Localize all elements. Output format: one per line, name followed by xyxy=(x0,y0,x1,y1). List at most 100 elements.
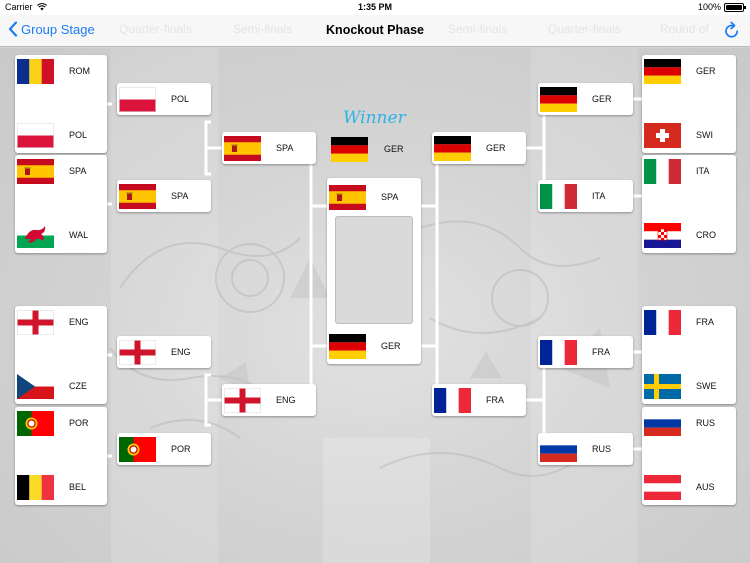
back-button-label: Group Stage xyxy=(21,21,95,37)
team-code: SWI xyxy=(696,130,713,140)
match-box[interactable]: ENG xyxy=(117,336,211,368)
team-slot[interactable]: GER xyxy=(644,58,734,84)
status-bar: Carrier 1:35 PM 100% xyxy=(0,0,750,15)
team-code: POL xyxy=(171,94,190,104)
team-slot[interactable]: BEL xyxy=(17,474,105,500)
team-slot[interactable]: RUS xyxy=(540,436,631,462)
flag-belgium-icon xyxy=(17,474,54,500)
team-slot[interactable]: POR xyxy=(17,410,105,436)
bracket-area[interactable]: Winner GER ROM POL SPA WAL ENG CZE POR BEL POL SP… xyxy=(0,48,750,563)
team-code: GER xyxy=(381,341,401,351)
flag-spain-icon xyxy=(224,135,261,161)
flag-france-icon xyxy=(434,387,471,413)
team-slot[interactable]: FRA xyxy=(644,309,734,335)
match-box[interactable]: FRA xyxy=(432,384,526,416)
round-tab-semi-finals-right[interactable]: Semi-finals xyxy=(448,22,507,36)
match-box[interactable]: GER SWI xyxy=(642,55,736,153)
winner-team[interactable]: GER xyxy=(331,136,404,162)
team-code: SPA xyxy=(69,166,87,176)
flag-germany-icon xyxy=(331,136,368,162)
match-box[interactable]: POR BEL xyxy=(15,407,107,505)
team-code: SWE xyxy=(696,381,717,391)
team-code: ITA xyxy=(696,166,710,176)
team-slot[interactable]: RUS xyxy=(644,410,734,436)
flag-switzerland-icon xyxy=(644,122,681,148)
flag-england-icon xyxy=(17,309,54,335)
team-slot[interactable]: POL xyxy=(119,86,209,112)
team-code: ENG xyxy=(69,317,89,327)
match-box[interactable]: POL xyxy=(117,83,211,115)
team-slot[interactable]: POL xyxy=(17,122,105,148)
team-slot[interactable]: ITA xyxy=(644,158,734,184)
battery-icon xyxy=(724,2,746,12)
flag-germany-icon xyxy=(329,333,366,359)
winner-label: Winner xyxy=(343,108,406,128)
team-code: AUS xyxy=(696,482,715,492)
match-box[interactable]: GER xyxy=(538,83,633,115)
team-slot[interactable]: ENG xyxy=(119,339,209,365)
match-box[interactable]: RUS xyxy=(538,433,633,465)
match-box[interactable]: RUS AUS xyxy=(642,407,736,505)
team-code: SPA xyxy=(381,192,399,202)
back-button[interactable]: Group Stage xyxy=(8,21,99,37)
flag-germany-icon xyxy=(644,58,681,84)
team-slot[interactable]: ITA xyxy=(540,183,631,209)
team-slot[interactable]: GER xyxy=(434,135,524,161)
round-tab-quarter-finals-right[interactable]: Quarter-finals xyxy=(548,22,621,36)
flag-italy-icon xyxy=(644,158,681,184)
team-slot[interactable]: ROM xyxy=(17,58,105,84)
team-slot[interactable]: FRA xyxy=(540,339,631,365)
team-slot[interactable]: SPA xyxy=(329,184,419,210)
team-slot[interactable]: ENG xyxy=(17,309,105,335)
team-code: CRO xyxy=(696,230,716,240)
match-box[interactable]: SPA xyxy=(222,132,316,164)
flag-croatia-icon xyxy=(644,222,681,248)
team-slot[interactable]: SPA xyxy=(224,135,314,161)
match-box[interactable]: FRA xyxy=(538,336,633,368)
team-code: BEL xyxy=(69,482,87,492)
flag-portugal-icon xyxy=(119,436,156,462)
flag-sweden-icon xyxy=(644,373,681,399)
battery-percent: 100% xyxy=(697,2,721,12)
team-slot[interactable]: GER xyxy=(540,86,631,112)
team-slot[interactable]: POR xyxy=(119,436,209,462)
match-box[interactable]: GER xyxy=(432,132,526,164)
team-code: FRA xyxy=(696,317,714,327)
match-box[interactable]: FRA SWE xyxy=(642,306,736,404)
flag-czech-republic-icon xyxy=(17,373,54,399)
match-box[interactable]: ITA CRO xyxy=(642,155,736,253)
flag-france-icon xyxy=(644,309,681,335)
team-code: FRA xyxy=(486,395,504,405)
match-box[interactable]: ENG CZE xyxy=(15,306,107,404)
flag-russia-icon xyxy=(540,436,577,462)
chevron-left-icon xyxy=(8,21,18,37)
team-slot[interactable]: SWE xyxy=(644,373,734,399)
team-code: SPA xyxy=(171,191,189,201)
flag-italy-icon xyxy=(540,183,577,209)
match-box[interactable]: ENG xyxy=(222,384,316,416)
team-slot[interactable]: CZE xyxy=(17,373,105,399)
team-slot[interactable]: SWI xyxy=(644,122,734,148)
team-slot[interactable]: AUS xyxy=(644,474,734,500)
match-box[interactable]: ITA xyxy=(538,180,633,212)
team-slot[interactable]: ENG xyxy=(224,387,314,413)
refresh-button[interactable] xyxy=(724,21,740,44)
match-box[interactable]: ROM POL xyxy=(15,55,107,153)
match-box[interactable]: SPA WAL xyxy=(15,155,107,253)
match-box[interactable]: SPA xyxy=(117,180,211,212)
round-tab-semi-finals-left[interactable]: Semi-finals xyxy=(233,22,292,36)
team-slot[interactable]: CRO xyxy=(644,222,734,248)
team-slot[interactable]: FRA xyxy=(434,387,524,413)
match-box[interactable]: POR xyxy=(117,433,211,465)
final-match-box[interactable]: SPA GER xyxy=(327,178,421,364)
team-code: GER xyxy=(592,94,612,104)
round-tab-round-of[interactable]: Round of xyxy=(660,22,709,36)
team-slot[interactable]: GER xyxy=(329,333,419,359)
team-code: WAL xyxy=(69,230,89,240)
team-slot[interactable]: SPA xyxy=(17,158,105,184)
team-slot[interactable]: WAL xyxy=(17,222,105,248)
round-tab-quarter-finals-left[interactable]: Quarter-finals xyxy=(119,22,192,36)
battery-level xyxy=(726,4,742,10)
team-slot[interactable]: SPA xyxy=(119,183,209,209)
flag-poland-icon xyxy=(119,86,156,112)
